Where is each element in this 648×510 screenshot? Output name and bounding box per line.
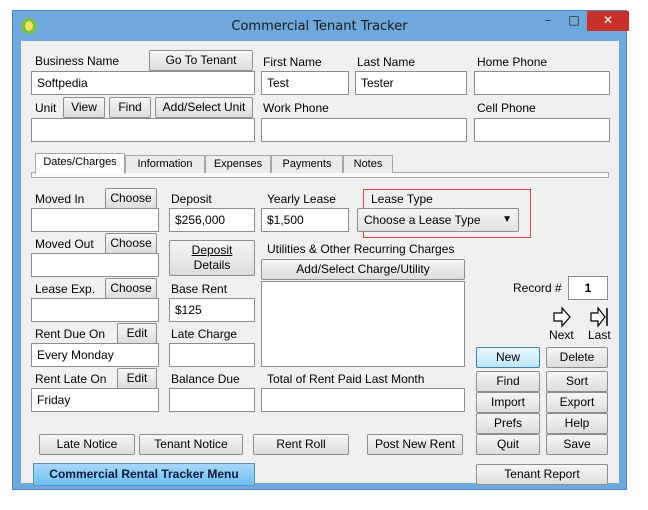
tab-payments[interactable]: Payments — [271, 155, 343, 173]
late-charge-field[interactable] — [169, 343, 255, 367]
rent-due-on-field[interactable]: Every Monday — [31, 343, 159, 367]
work-phone-label: Work Phone — [263, 101, 329, 115]
cell-phone-field[interactable] — [474, 118, 610, 142]
total-rent-paid-field[interactable] — [261, 388, 465, 412]
close-button[interactable]: ✕ — [587, 11, 629, 31]
lease-exp-field[interactable] — [31, 298, 159, 322]
balance-due-label: Balance Due — [171, 372, 240, 386]
rent-late-on-field[interactable]: Friday — [31, 388, 159, 412]
last-name-field[interactable]: Tester — [355, 71, 467, 95]
cell-phone-label: Cell Phone — [477, 101, 536, 115]
find-button[interactable]: Find — [476, 371, 540, 392]
base-rent-field[interactable]: $125 — [169, 298, 255, 322]
yearly-lease-field[interactable]: $1,500 — [261, 208, 349, 232]
last-name-label: Last Name — [357, 55, 416, 69]
tab-notes[interactable]: Notes — [343, 155, 393, 173]
late-notice-button[interactable]: Late Notice — [39, 434, 135, 455]
moved-out-field[interactable] — [31, 253, 159, 277]
quit-button[interactable]: Quit — [476, 434, 540, 455]
tenant-report-button[interactable]: Tenant Report — [476, 464, 608, 485]
moved-in-choose-button[interactable]: Choose — [105, 188, 157, 209]
delete-button[interactable]: Delete — [546, 347, 608, 368]
home-phone-field[interactable] — [474, 71, 610, 95]
first-name-label: First Name — [263, 55, 322, 69]
moved-in-field[interactable] — [31, 208, 159, 232]
deposit-label: Deposit — [171, 192, 212, 206]
business-name-label: Business Name — [35, 54, 120, 68]
lease-exp-choose-button[interactable]: Choose — [105, 278, 157, 299]
tenant-notice-button[interactable]: Tenant Notice — [139, 434, 243, 455]
rent-due-on-edit-button[interactable]: Edit — [117, 323, 157, 344]
sort-button[interactable]: Sort — [546, 371, 608, 392]
first-name-field[interactable]: Test — [261, 71, 349, 95]
record-number-field[interactable]: 1 — [568, 276, 608, 300]
deposit-field[interactable]: $256,000 — [169, 208, 255, 232]
last-label[interactable]: Last — [588, 328, 611, 342]
rent-roll-button[interactable]: Rent Roll — [253, 434, 349, 455]
rent-late-on-label: Rent Late On — [35, 372, 107, 386]
record-label: Record # — [513, 281, 562, 295]
work-phone-field[interactable] — [261, 118, 467, 142]
total-rent-paid-label: Total of Rent Paid Last Month — [267, 372, 425, 386]
next-arrow-icon[interactable] — [552, 306, 572, 328]
late-charge-label: Late Charge — [171, 327, 238, 341]
go-to-tenant-button[interactable]: Go To Tenant — [149, 50, 253, 71]
main-menu-button[interactable]: Commercial Rental Tracker Menu — [33, 463, 255, 486]
moved-out-choose-button[interactable]: Choose — [105, 233, 157, 254]
next-label[interactable]: Next — [549, 328, 574, 342]
app-window: Commercial Tenant Tracker – □ ✕ Business… — [12, 10, 629, 490]
moved-out-label: Moved Out — [35, 237, 94, 251]
deposit-details-button[interactable]: Deposit Details — [169, 240, 255, 276]
lease-exp-label: Lease Exp. — [35, 282, 96, 296]
add-select-unit-button[interactable]: Add/Select Unit — [155, 97, 253, 118]
home-phone-label: Home Phone — [477, 55, 548, 69]
minimize-button[interactable]: – — [535, 11, 561, 31]
deposit-details-line1: Deposit — [191, 243, 233, 257]
last-arrow-icon[interactable] — [590, 306, 610, 328]
tab-dates-charges[interactable]: Dates/Charges — [35, 153, 125, 174]
yearly-lease-label: Yearly Lease — [267, 192, 336, 206]
help-button[interactable]: Help — [546, 413, 608, 434]
utilities-list[interactable] — [261, 281, 465, 367]
rent-due-on-label: Rent Due On — [35, 327, 106, 341]
add-select-charge-button[interactable]: Add/Select Charge/Utility — [261, 259, 465, 280]
balance-due-field[interactable] — [169, 388, 255, 412]
unit-label: Unit — [35, 101, 57, 115]
unit-field[interactable] — [31, 118, 255, 142]
find-unit-button[interactable]: Find — [109, 97, 151, 118]
chevron-down-icon: ▼ — [502, 214, 512, 225]
business-name-field[interactable]: Softpedia — [31, 71, 255, 95]
new-button[interactable]: New — [476, 347, 540, 368]
deposit-details-line2: Details — [193, 258, 231, 272]
lease-type-select[interactable]: Choose a Lease Type ▼ — [357, 208, 519, 232]
view-unit-button[interactable]: View — [63, 97, 105, 118]
form-area: Business Name Go To Tenant Softpedia Fir… — [21, 41, 619, 486]
moved-in-label: Moved In — [35, 192, 85, 206]
title-bar[interactable]: Commercial Tenant Tracker – □ ✕ — [13, 11, 629, 41]
export-button[interactable]: Export — [546, 392, 608, 413]
rent-late-on-edit-button[interactable]: Edit — [117, 368, 157, 389]
base-rent-label: Base Rent — [171, 282, 228, 296]
lease-type-label: Lease Type — [371, 192, 433, 206]
tab-information[interactable]: Information — [125, 155, 205, 173]
utilities-label: Utilities & Other Recurring Charges — [267, 242, 455, 256]
post-new-rent-button[interactable]: Post New Rent — [367, 434, 463, 455]
save-button[interactable]: Save — [546, 434, 608, 455]
tab-expenses[interactable]: Expenses — [205, 155, 271, 173]
import-button[interactable]: Import — [476, 392, 540, 413]
lease-type-selected: Choose a Lease Type — [364, 213, 481, 227]
prefs-button[interactable]: Prefs — [476, 413, 540, 434]
maximize-button[interactable]: □ — [561, 11, 587, 31]
